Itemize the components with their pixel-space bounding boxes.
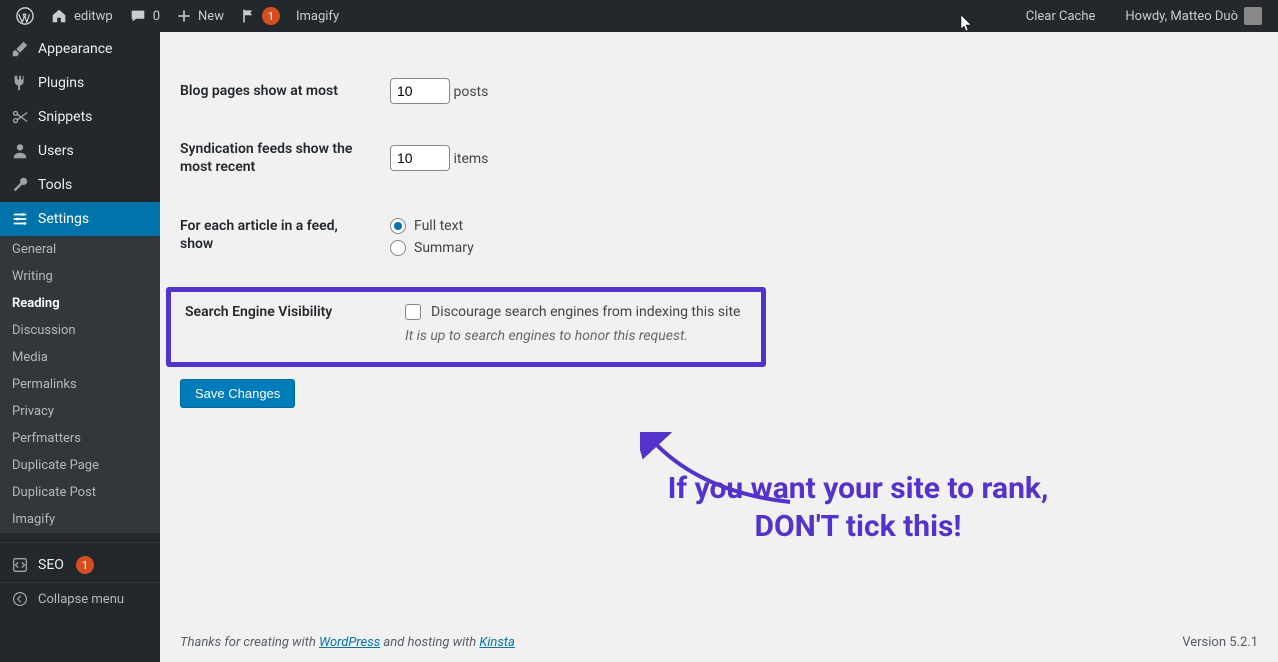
feed-fulltext-label[interactable]: Full text bbox=[414, 218, 463, 234]
menu-label: Users bbox=[38, 143, 74, 159]
collapse-menu[interactable]: Collapse menu bbox=[0, 582, 160, 615]
flag-icon bbox=[240, 7, 256, 25]
comments-link[interactable]: 0 bbox=[121, 0, 168, 32]
submenu-permalinks[interactable]: Permalinks bbox=[0, 371, 160, 398]
wordpress-icon bbox=[16, 7, 34, 25]
menu-label: Settings bbox=[38, 211, 89, 227]
chevron-left-icon bbox=[10, 591, 30, 607]
menu-tools[interactable]: Tools bbox=[0, 168, 160, 202]
clear-cache-label: Clear Cache bbox=[1026, 9, 1096, 24]
account-link[interactable]: Howdy, Matteo Duò bbox=[1117, 0, 1270, 32]
menu-label: Snippets bbox=[38, 109, 92, 125]
sev-label: Search Engine Visibility bbox=[185, 304, 365, 320]
submenu-duplicate-post[interactable]: Duplicate Post bbox=[0, 479, 160, 506]
wordpress-link[interactable]: WordPress bbox=[319, 635, 380, 650]
comments-count: 0 bbox=[153, 9, 160, 24]
seo-icon bbox=[10, 556, 30, 574]
feed-fulltext-radio[interactable] bbox=[390, 218, 406, 234]
menu-settings[interactable]: Settings bbox=[0, 202, 160, 236]
submenu-discussion[interactable]: Discussion bbox=[0, 317, 160, 344]
submenu-reading[interactable]: Reading bbox=[0, 290, 160, 317]
menu-appearance[interactable]: Appearance bbox=[0, 32, 160, 66]
updates-link[interactable]: 1 bbox=[232, 0, 288, 32]
search-engine-visibility-section: Search Engine Visibility Discourage sear… bbox=[166, 287, 766, 367]
user-icon bbox=[10, 142, 30, 160]
kinsta-link[interactable]: Kinsta bbox=[479, 635, 514, 650]
comment-icon bbox=[129, 7, 147, 25]
admin-bar: editwp 0 New 1 Imagify Clear Cache bbox=[0, 0, 1278, 32]
menu-users[interactable]: Users bbox=[0, 134, 160, 168]
clear-cache-link[interactable]: Clear Cache bbox=[1018, 0, 1104, 32]
collapse-label: Collapse menu bbox=[38, 592, 124, 607]
menu-label: Appearance bbox=[38, 41, 112, 57]
sev-checkbox-label[interactable]: Discourage search engines from indexing … bbox=[431, 304, 740, 320]
blog-pages-input[interactable] bbox=[390, 78, 450, 104]
updates-count-badge: 1 bbox=[262, 7, 280, 25]
new-label: New bbox=[198, 9, 224, 24]
plug-icon bbox=[10, 74, 30, 92]
submenu-duplicate-page[interactable]: Duplicate Page bbox=[0, 452, 160, 479]
sev-description: It is up to search engines to honor this… bbox=[405, 328, 740, 344]
imagify-label: Imagify bbox=[296, 9, 339, 24]
submenu-imagify[interactable]: Imagify bbox=[0, 506, 160, 533]
feed-summary-label[interactable]: Summary bbox=[414, 240, 474, 256]
menu-snippets[interactable]: Snippets bbox=[0, 100, 160, 134]
footer-mid: and hosting with bbox=[380, 635, 479, 650]
syndication-input[interactable] bbox=[390, 145, 450, 171]
settings-submenu: General Writing Reading Discussion Media… bbox=[0, 236, 160, 533]
admin-menu: Appearance Plugins Snippets Users Tools … bbox=[0, 32, 160, 662]
site-name-label: editwp bbox=[74, 9, 113, 24]
new-content-link[interactable]: New bbox=[168, 0, 232, 32]
menu-plugins[interactable]: Plugins bbox=[0, 66, 160, 100]
scissors-icon bbox=[10, 108, 30, 126]
version-label: Version 5.2.1 bbox=[1182, 635, 1258, 650]
brush-icon bbox=[10, 40, 30, 58]
syndication-label: Syndication feeds show the most recent bbox=[180, 120, 380, 196]
footer: Thanks for creating with WordPress and h… bbox=[160, 623, 1278, 662]
menu-label: SEO bbox=[38, 557, 64, 573]
blog-pages-label: Blog pages show at most bbox=[180, 62, 380, 120]
submenu-writing[interactable]: Writing bbox=[0, 263, 160, 290]
blog-pages-suffix: posts bbox=[453, 84, 488, 100]
annotation-text: If you want your site to rank, DON'T tic… bbox=[638, 470, 1078, 545]
feed-summary-radio[interactable] bbox=[390, 240, 406, 256]
feed-label: For each article in a feed, show bbox=[180, 197, 380, 277]
menu-seo[interactable]: SEO 1 bbox=[0, 548, 160, 582]
wp-logo[interactable] bbox=[8, 0, 42, 32]
howdy-label: Howdy, Matteo Duò bbox=[1125, 9, 1238, 24]
menu-separator bbox=[0, 538, 160, 543]
wrench-icon bbox=[10, 176, 30, 194]
syndication-suffix: items bbox=[453, 151, 488, 167]
submenu-privacy[interactable]: Privacy bbox=[0, 398, 160, 425]
submenu-general[interactable]: General bbox=[0, 236, 160, 263]
plus-icon bbox=[176, 8, 192, 24]
site-name-link[interactable]: editwp bbox=[42, 0, 121, 32]
menu-label: Tools bbox=[38, 177, 72, 193]
submenu-perfmatters[interactable]: Perfmatters bbox=[0, 425, 160, 452]
menu-label: Plugins bbox=[38, 75, 84, 91]
submenu-media[interactable]: Media bbox=[0, 344, 160, 371]
avatar bbox=[1244, 7, 1262, 25]
content-area: Blog pages show at most posts Syndicatio… bbox=[160, 32, 1278, 662]
home-icon bbox=[50, 7, 68, 25]
footer-prefix: Thanks for creating with bbox=[180, 635, 319, 650]
sliders-icon bbox=[10, 210, 30, 228]
imagify-link[interactable]: Imagify bbox=[288, 0, 347, 32]
seo-count-badge: 1 bbox=[76, 556, 94, 574]
sev-checkbox[interactable] bbox=[405, 304, 421, 320]
save-button[interactable]: Save Changes bbox=[180, 379, 295, 408]
